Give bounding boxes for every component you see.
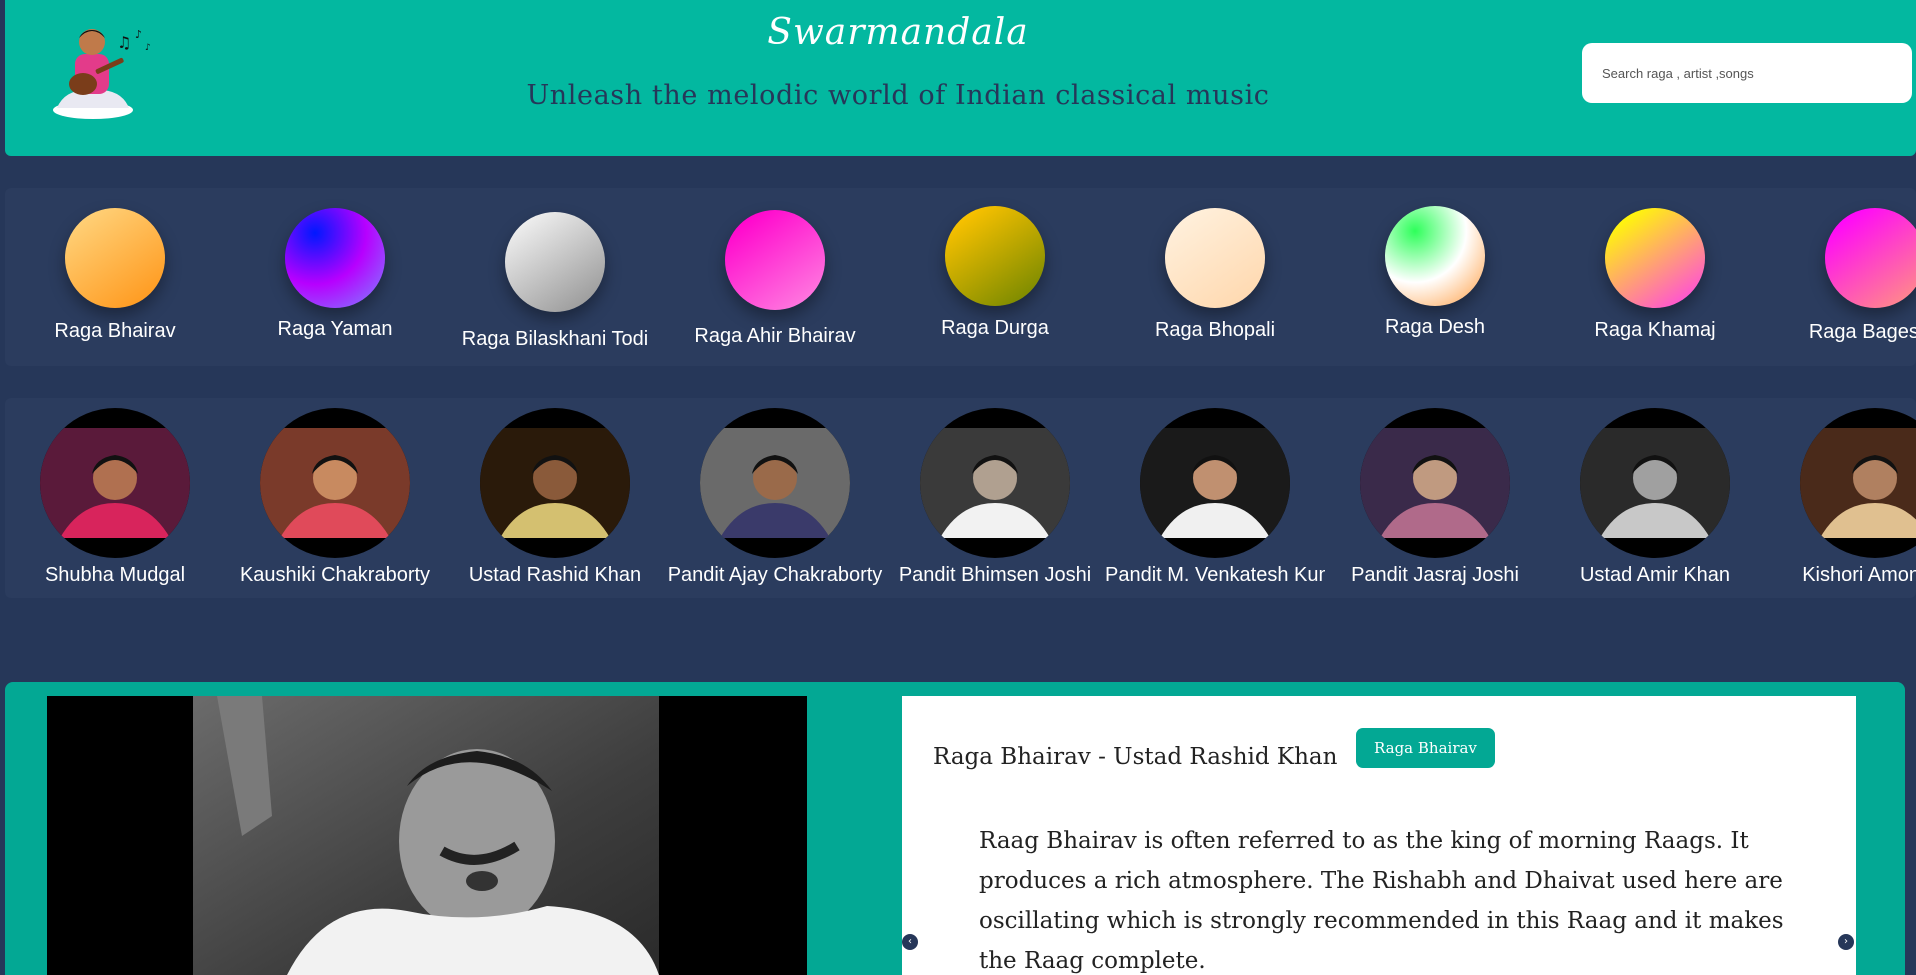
artist-photo[interactable] bbox=[1140, 408, 1290, 558]
artist-item[interactable]: Ustad Rashid Khan bbox=[445, 398, 665, 598]
artist-name: Ustad Rashid Khan bbox=[468, 564, 642, 586]
artist-name: Kaushiki Chakraborty bbox=[239, 564, 431, 586]
artist-name: Shubha Mudgal bbox=[44, 564, 186, 586]
artist-photo[interactable] bbox=[1360, 408, 1510, 558]
raga-color-circle[interactable] bbox=[725, 210, 825, 310]
artist-carousel[interactable]: Shubha Mudgal Kaushiki Chakraborty Ustad R… bbox=[5, 398, 1916, 598]
artist-item[interactable]: Ustad Amir Khan bbox=[1545, 398, 1765, 598]
raga-item[interactable]: Raga Bhopali bbox=[1105, 188, 1325, 366]
raga-color-circle[interactable] bbox=[1825, 208, 1916, 308]
next-arrow-icon[interactable]: › bbox=[1838, 934, 1854, 950]
artist-item[interactable]: Pandit Jasraj Joshi bbox=[1325, 398, 1545, 598]
raga-color-circle[interactable] bbox=[1385, 206, 1485, 306]
raga-item[interactable]: Raga Durga bbox=[885, 188, 1105, 366]
artist-name: Kishori Amonkar bbox=[1802, 564, 1916, 586]
artist-photo[interactable] bbox=[1800, 408, 1916, 558]
artist-name: Pandit Jasraj Joshi bbox=[1351, 564, 1519, 586]
raga-name: Raga Bageshri bbox=[1808, 321, 1916, 343]
prev-arrow-icon[interactable]: ‹ bbox=[902, 934, 918, 950]
raga-name: Raga Yaman bbox=[277, 318, 393, 340]
singer-video-frame bbox=[47, 696, 807, 975]
raga-color-circle[interactable] bbox=[945, 206, 1045, 306]
raga-color-circle[interactable] bbox=[1165, 208, 1265, 308]
raga-description: Raag Bhairav is often referred to as the… bbox=[979, 828, 1784, 974]
raga-name: Raga Bilaskhani Todi bbox=[461, 328, 649, 350]
artist-photo[interactable] bbox=[260, 408, 410, 558]
raga-item[interactable]: Raga Ahir Bhairav bbox=[665, 188, 885, 366]
raga-item[interactable]: Raga Bhairav bbox=[5, 188, 225, 366]
artist-item[interactable]: Shubha Mudgal bbox=[5, 398, 225, 598]
raga-color-circle[interactable] bbox=[285, 208, 385, 308]
artist-item[interactable]: Pandit Ajay Chakraborty bbox=[665, 398, 885, 598]
raga-name: Raga Bhairav bbox=[54, 320, 176, 342]
artist-item[interactable]: Pandit M. Venkatesh Kumar bbox=[1105, 398, 1325, 598]
artist-name: Pandit Ajay Chakraborty bbox=[667, 564, 883, 586]
artist-name: Pandit M. Venkatesh Kumar bbox=[1105, 564, 1325, 586]
artist-name: Pandit Bhimsen Joshi bbox=[898, 564, 1092, 586]
raga-item[interactable]: Raga Bilaskhani Todi bbox=[445, 188, 665, 366]
artist-photo[interactable] bbox=[480, 408, 630, 558]
video-player[interactable] bbox=[47, 696, 807, 975]
raga-item[interactable]: Raga Khamaj bbox=[1545, 188, 1765, 366]
raga-info-card: Raga Bhairav - Ustad Rashid Khan Raga Bh… bbox=[902, 696, 1856, 975]
artist-item[interactable]: Pandit Bhimsen Joshi bbox=[885, 398, 1105, 598]
search-input[interactable] bbox=[1582, 43, 1912, 103]
raga-carousel[interactable]: Raga Bhairav Raga Yaman Raga Bilaskhani To… bbox=[5, 188, 1916, 366]
raga-badge-button[interactable]: Raga Bhairav bbox=[1356, 728, 1495, 768]
raga-name: Raga Desh bbox=[1384, 316, 1486, 338]
raga-item[interactable]: Raga Bageshri bbox=[1765, 188, 1916, 366]
artist-photo[interactable] bbox=[1580, 408, 1730, 558]
raga-item[interactable]: Raga Desh bbox=[1325, 188, 1545, 366]
site-header: ♫ ♪ ♪ Swarmandala Unleash the melodic wo… bbox=[5, 0, 1916, 156]
featured-section: Raga Bhairav - Ustad Rashid Khan Raga Bh… bbox=[5, 682, 1905, 975]
raga-name: Raga Bhopali bbox=[1154, 319, 1276, 341]
artist-name: Ustad Amir Khan bbox=[1579, 564, 1731, 586]
raga-color-circle[interactable] bbox=[505, 212, 605, 312]
raga-color-circle[interactable] bbox=[1605, 208, 1705, 308]
raga-name: Raga Khamaj bbox=[1594, 319, 1716, 341]
raga-name: Raga Durga bbox=[941, 317, 1049, 339]
raga-color-circle[interactable] bbox=[65, 208, 165, 308]
featured-title: Raga Bhairav - Ustad Rashid Khan bbox=[933, 744, 1338, 770]
artist-item[interactable]: Kaushiki Chakraborty bbox=[225, 398, 445, 598]
artist-photo[interactable] bbox=[700, 408, 850, 558]
artist-item[interactable]: Kishori Amonkar bbox=[1765, 398, 1916, 598]
artist-photo[interactable] bbox=[40, 408, 190, 558]
raga-name: Raga Ahir Bhairav bbox=[694, 325, 856, 347]
artist-photo[interactable] bbox=[920, 408, 1070, 558]
raga-item[interactable]: Raga Yaman bbox=[225, 188, 445, 366]
